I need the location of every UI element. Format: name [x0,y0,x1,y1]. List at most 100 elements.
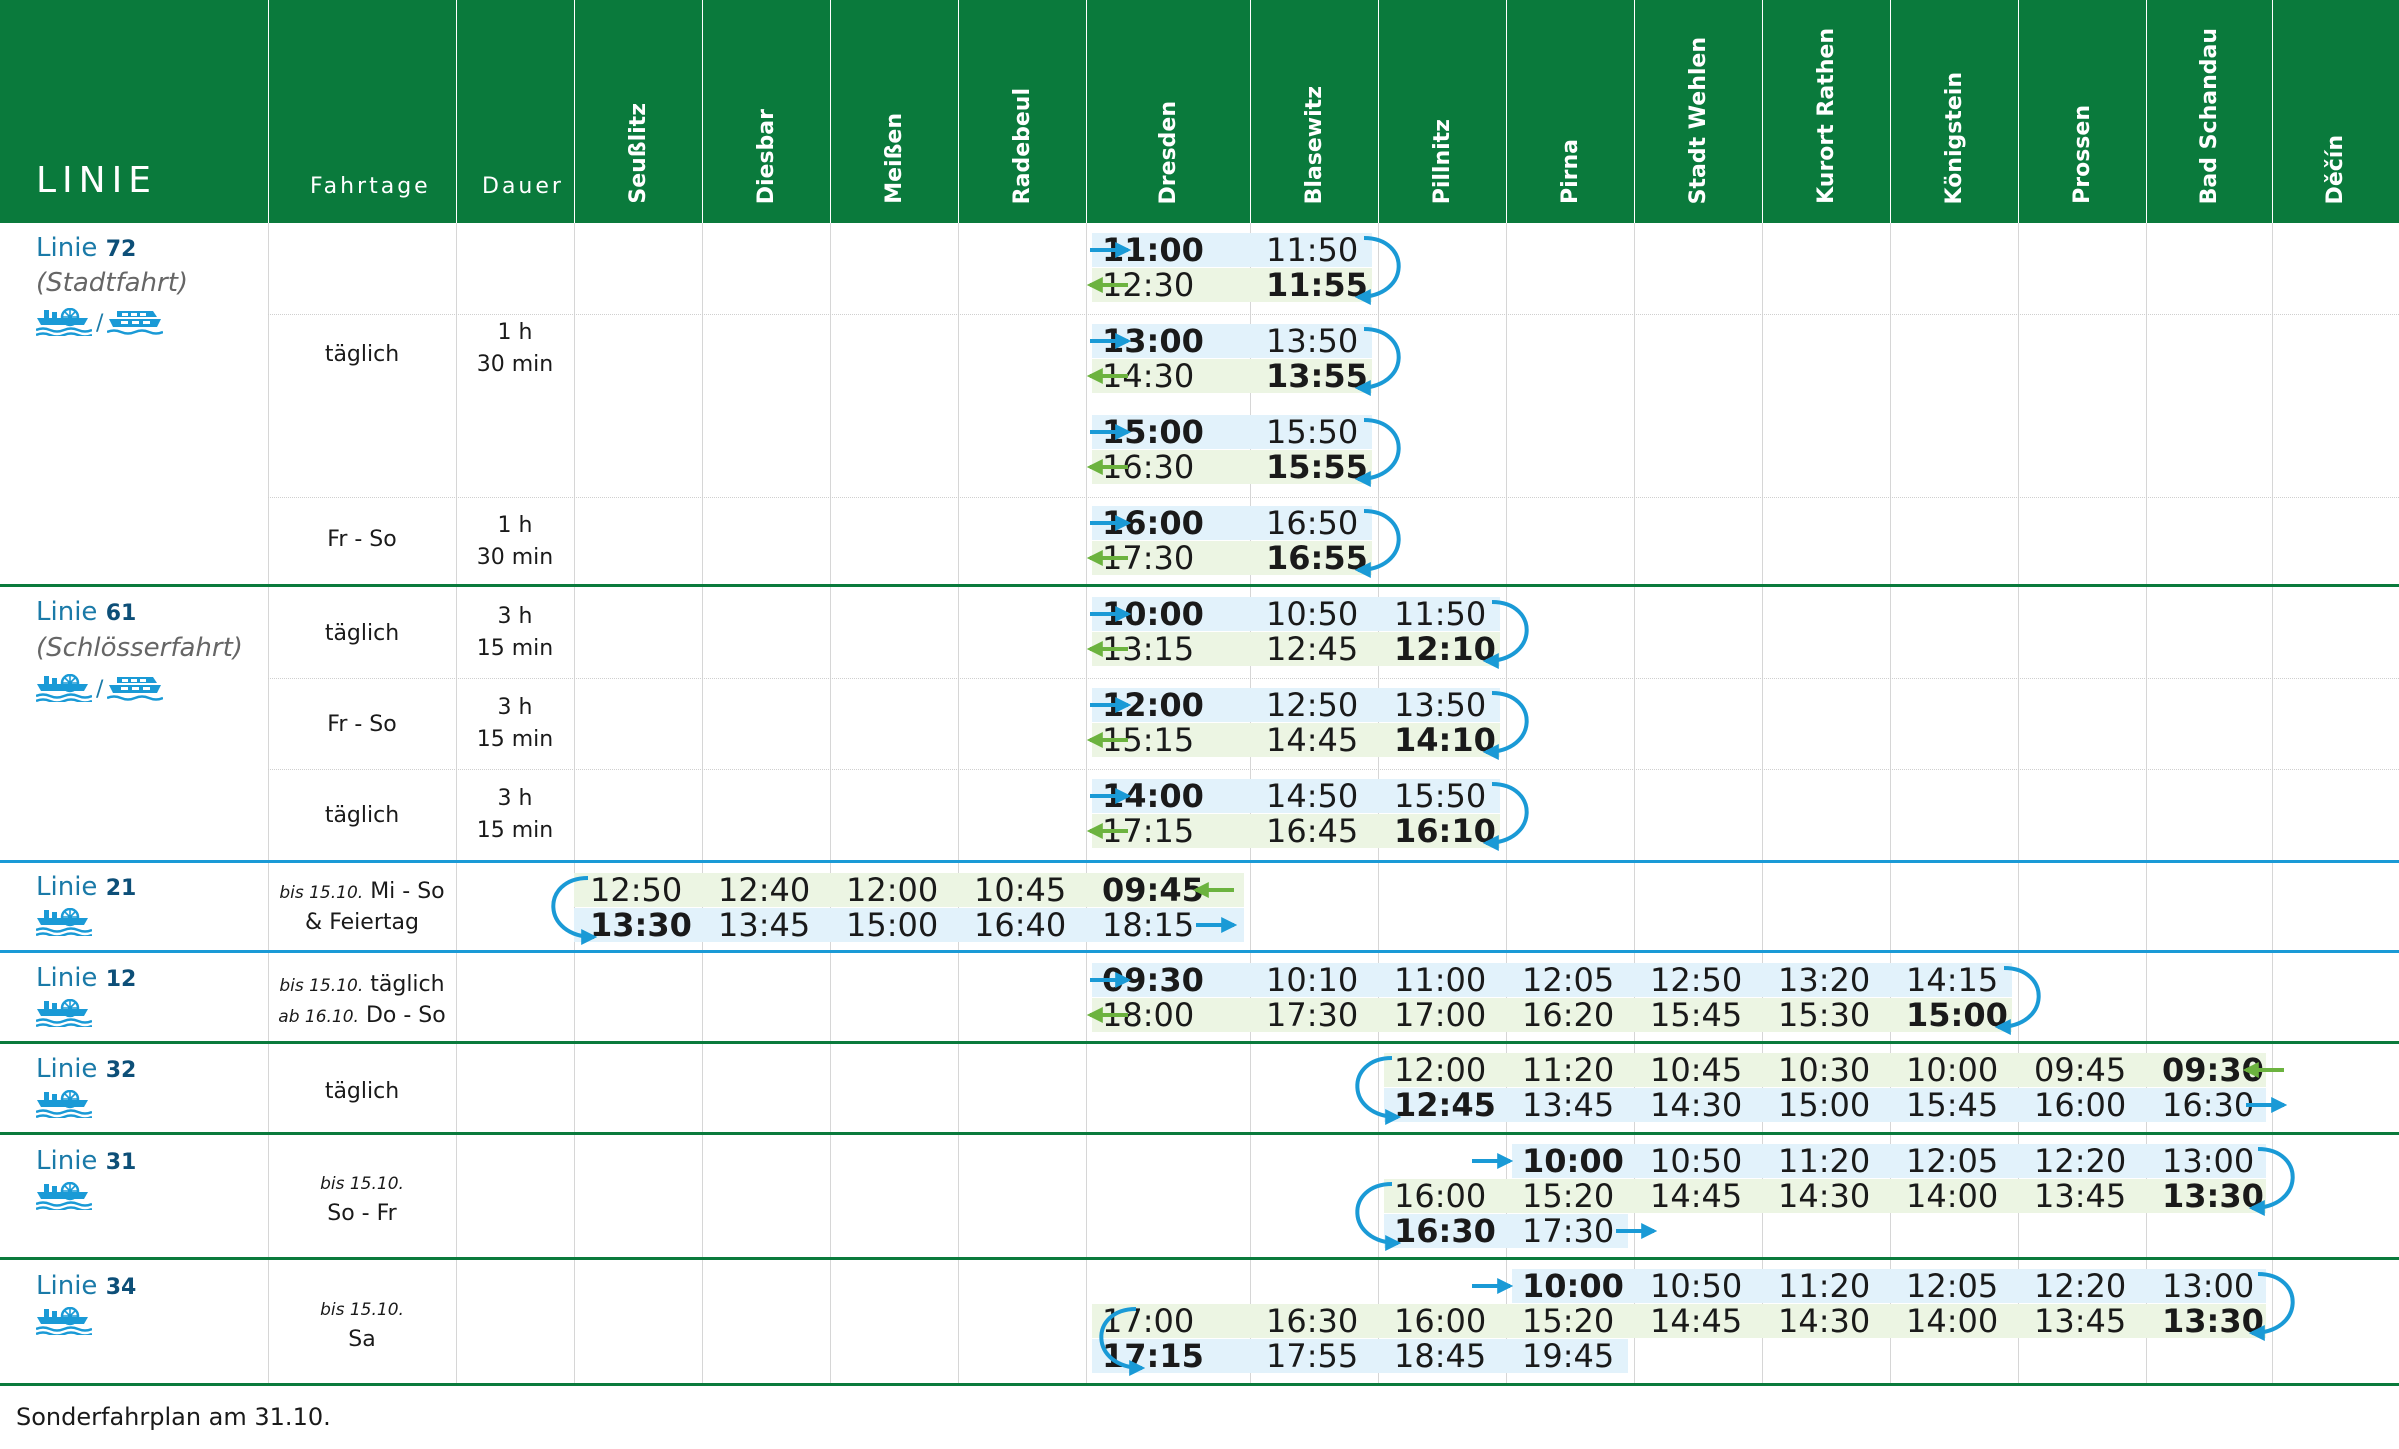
days-line: täglich [268,619,456,649]
duration-part: 3 h [497,786,533,811]
station-name: Kurort Rathen [1813,28,1839,204]
departure-time: 09:30 [2162,1051,2264,1089]
departure-time: 15:45 [1906,1086,1999,1124]
departure-time: 11:00 [1102,231,1204,269]
duration-part: 1 h [497,513,533,538]
departure-time: 14:30 [1778,1302,1871,1340]
icon-separator: / [96,311,104,336]
days-line: bis 15.10. täglich [268,970,456,1001]
departure-time: 13:50 [1266,322,1359,360]
departure-time: 13:55 [1266,357,1368,395]
departure-time: 10:45 [1650,1051,1743,1089]
section-divider [0,950,2399,953]
station-name: Pillnitz [1429,118,1455,204]
days-line: täglich [268,340,456,370]
departure-time: 12:45 [1394,1086,1496,1124]
departure-time: 12:50 [1266,686,1359,724]
operating-days: täglich [268,592,456,676]
vessel-icons: / [36,672,164,702]
line-subtitle: (Schlösserfahrt) [36,633,243,663]
days-line: & Feiertag [268,908,456,938]
departure-time: 13:30 [590,906,692,944]
departure-time: 11:20 [1522,1051,1615,1089]
departure-time: 17:00 [1102,1302,1195,1340]
operating-days: bis 15.10. Mi - So & Feiertag [268,868,456,946]
operating-days: bis 15.10. So - Fr [268,1140,456,1256]
time-band [1512,1144,2266,1178]
days-text: täglich [324,342,400,367]
station-header: Diesbar [702,14,830,204]
days-validity: bis 15.10. [320,1299,404,1320]
grid-line [1086,223,1087,1385]
line-label: Linie [36,872,98,902]
departure-time: 13:50 [1394,686,1487,724]
departure-time: 17:55 [1266,1337,1359,1375]
trip-duration: 3 h 15 min [456,689,574,759]
departure-time: 10:00 [1102,595,1204,633]
departure-time: 12:05 [1522,961,1615,999]
departure-time: 12:00 [1394,1051,1487,1089]
line-label: Linie [36,597,98,627]
days-validity: ab 16.10. [278,1007,359,1027]
departure-time: 12:30 [1102,266,1195,304]
station-header: Seußlitz [574,14,702,204]
departure-time: 09:45 [2034,1051,2127,1089]
line-number: 31 [105,1150,137,1175]
paddle-steamer-icon [36,1307,92,1335]
paddle-steamer-icon [36,908,92,936]
row-divider [268,678,2399,680]
station-header: Königstein [1890,14,2018,204]
departure-time: 16:10 [1394,812,1496,850]
line-name: Linie 12 [36,963,136,993]
departure-time: 11:00 [1394,961,1487,999]
departure-time: 14:45 [1650,1177,1743,1215]
vessel-icons [36,906,92,936]
departure-time: 13:45 [1522,1086,1615,1124]
departure-time: 16:30 [1102,448,1195,486]
station-header: Stadt Wehlen [1634,14,1762,204]
departure-time: 10:00 [1522,1142,1624,1180]
grid-line [702,223,703,1385]
departure-time: 10:30 [1778,1051,1871,1089]
departure-time: 15:20 [1522,1302,1615,1340]
departure-time: 14:00 [1102,777,1204,815]
departure-time: 13:45 [2034,1302,2127,1340]
operating-days: täglich [268,774,456,858]
days-text: So - Fr [327,1200,397,1226]
row-divider [268,314,2399,316]
line-name: Linie 61 [36,597,136,627]
section-divider [0,860,2399,863]
departure-time: 12:20 [2034,1142,2127,1180]
departure-time: 18:15 [1102,906,1195,944]
header-divider [268,0,269,223]
paddle-steamer-icon [36,674,92,702]
departure-time: 14:30 [1650,1086,1743,1124]
line-label: Linie [36,963,98,993]
station-name: Pirna [1557,138,1583,204]
operating-days: täglich [268,1049,456,1135]
departure-time: 17:15 [1102,1337,1204,1375]
departure-time: 15:50 [1394,777,1487,815]
station-name: Meißen [881,113,907,204]
days-line: Fr - So [268,710,456,740]
operating-days: bis 15.10. täglich ab 16.10. Do - So [268,958,456,1044]
line-label: Linie [36,1146,98,1176]
header-fahrtage: Fahrtage [310,174,431,199]
header-divider [1890,0,1891,223]
duration-part: 1 h [497,320,533,345]
header-divider [1086,0,1087,223]
line-label: Linie [36,1054,98,1084]
station-header: Pillnitz [1378,14,1506,204]
row-divider [268,497,2399,499]
days-line: ab 16.10. Do - So [268,1001,456,1032]
departure-time: 12:00 [846,871,939,909]
station-header: Bad Schandau [2146,14,2272,204]
departure-time: 13:00 [2162,1267,2255,1305]
days-validity: bis 15.10. [320,1173,404,1194]
days-text: täglich [324,803,400,828]
departure-time: 17:30 [1522,1212,1615,1250]
departure-time: 13:15 [1102,630,1195,668]
duration-part: 30 min [476,352,554,377]
station-header: Dresden [1086,14,1250,204]
station-name: Blasewitz [1301,85,1327,204]
